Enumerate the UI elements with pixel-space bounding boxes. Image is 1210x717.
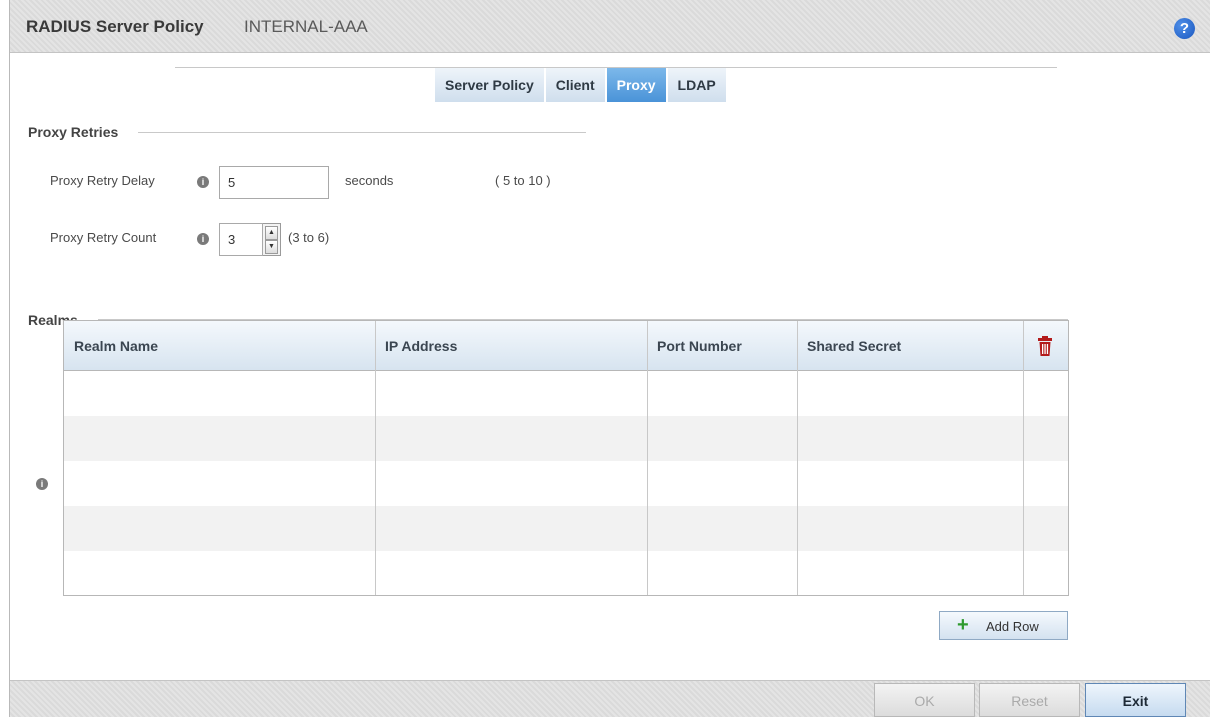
proxy-retries-heading: Proxy Retries — [28, 124, 119, 140]
tab-bar: Server Policy Client Proxy LDAP — [435, 68, 728, 102]
tab-ldap[interactable]: LDAP — [667, 68, 728, 102]
tab-proxy[interactable]: Proxy — [606, 68, 668, 102]
quantity-stepper[interactable]: ▲ ▼ — [263, 223, 281, 256]
proxy-retry-delay-unit: seconds — [345, 173, 394, 188]
info-icon: i — [197, 233, 209, 245]
dialog-frame: RADIUS Server Policy INTERNAL-AAA ? Serv… — [9, 0, 1210, 717]
table-row — [64, 371, 1068, 416]
column-divider — [375, 321, 376, 595]
proxy-retry-count-input[interactable] — [219, 223, 263, 256]
stepper-down-icon[interactable]: ▼ — [265, 240, 278, 254]
proxy-retry-count-range: (3 to 6) — [288, 230, 330, 245]
stepper-up-icon[interactable]: ▲ — [265, 226, 278, 240]
table-row — [64, 551, 1068, 596]
tab-client[interactable]: Client — [545, 68, 607, 102]
table-header: Realm Name IP Address Port Number Shared… — [64, 321, 1068, 371]
add-row-label: Add Row — [986, 619, 1039, 634]
info-icon: i — [197, 176, 209, 188]
tab-server-policy[interactable]: Server Policy — [435, 68, 546, 102]
help-icon[interactable]: ? — [1174, 18, 1195, 39]
column-realm-name[interactable]: Realm Name — [64, 321, 158, 371]
column-ip-address[interactable]: IP Address — [375, 321, 457, 371]
page-title: RADIUS Server Policy — [26, 17, 204, 36]
proxy-retry-count-label: Proxy Retry Count — [50, 230, 157, 245]
proxy-retries-rule — [138, 132, 586, 133]
proxy-retry-delay-label: Proxy Retry Delay — [50, 173, 155, 188]
proxy-retry-delay-input[interactable] — [219, 166, 329, 199]
add-row-button[interactable]: + Add Row — [939, 611, 1068, 640]
table-row — [64, 506, 1068, 551]
ok-button[interactable]: OK — [874, 683, 975, 717]
column-shared-secret[interactable]: Shared Secret — [797, 321, 901, 371]
title-bar: RADIUS Server Policy INTERNAL-AAA ? — [10, 0, 1210, 53]
trash-icon[interactable] — [1037, 336, 1053, 356]
proxy-retry-delay-range: ( 5 to 10 ) — [495, 173, 551, 188]
realms-table: Realm Name IP Address Port Number Shared… — [63, 320, 1069, 596]
exit-button[interactable]: Exit — [1085, 683, 1186, 717]
table-row — [64, 461, 1068, 506]
column-port-number[interactable]: Port Number — [647, 321, 742, 371]
info-icon: i — [36, 478, 48, 490]
column-divider — [647, 321, 648, 595]
table-row — [64, 416, 1068, 461]
plus-icon: + — [957, 614, 969, 636]
reset-button[interactable]: Reset — [979, 683, 1080, 717]
column-divider — [1023, 321, 1024, 595]
column-divider — [797, 321, 798, 595]
policy-name: INTERNAL-AAA — [244, 17, 368, 36]
